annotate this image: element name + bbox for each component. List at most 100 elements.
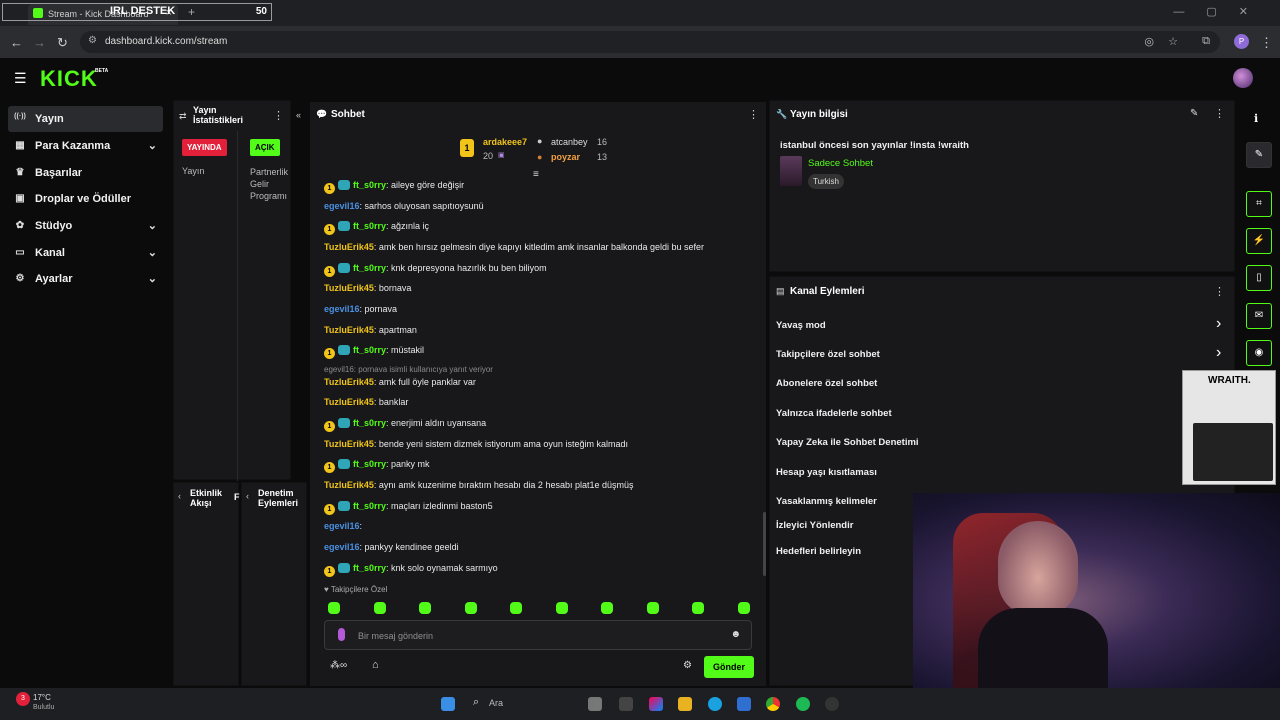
- emote-icon[interactable]: [646, 602, 659, 614]
- chat-tools-icon[interactable]: ⁂∞: [330, 660, 347, 671]
- search-icon[interactable]: ⌕: [473, 696, 479, 709]
- expand-leaderboard-icon[interactable]: ≡: [533, 169, 539, 180]
- channel-actions-menu-icon[interactable]: ⋮: [1214, 285, 1225, 298]
- sidebar-item-1[interactable]: ▦ Para Kazanma ⌄: [8, 133, 163, 159]
- channel-action-item[interactable]: Hesap yaşı kısıtlaması: [776, 467, 877, 478]
- category-link[interactable]: Sadece Sohbet: [808, 158, 873, 169]
- chevron-down-icon[interactable]: ⌄: [148, 272, 157, 285]
- chat-username[interactable]: TuzluErik45: [324, 242, 374, 252]
- sidebar-item-3[interactable]: ▣ Droplar ve Ödüller: [8, 186, 163, 212]
- stream-info-menu-icon[interactable]: ⋮: [1214, 107, 1225, 120]
- sidebar-item-0[interactable]: ((·)) Yayın: [8, 106, 163, 132]
- rail-edit-icon[interactable]: ✎: [1246, 142, 1272, 168]
- channel-action-item[interactable]: Takipçilere özel sohbet: [776, 349, 880, 360]
- forward-icon[interactable]: →: [33, 35, 46, 50]
- chat-menu-icon[interactable]: ⋮: [748, 108, 759, 121]
- emote-icon[interactable]: [692, 602, 704, 614]
- info-icon[interactable]: ℹ: [1254, 112, 1258, 125]
- eye-off-icon[interactable]: ◎: [1144, 35, 1154, 48]
- chat-username[interactable]: TuzluErik45: [324, 283, 374, 293]
- chat-username[interactable]: TuzluErik45: [324, 397, 374, 407]
- activity-collapse-icon[interactable]: ‹: [178, 491, 181, 501]
- window-controls[interactable]: —▢✕: [1173, 5, 1270, 18]
- stats-menu-icon[interactable]: ⋮: [273, 109, 284, 122]
- channel-action-item[interactable]: Hedefleri belirleyin: [776, 546, 861, 557]
- chat-input[interactable]: Bir mesaj gönderin ☻: [324, 620, 752, 650]
- start-icon[interactable]: [441, 697, 455, 711]
- extensions-icon[interactable]: ⧉: [1202, 35, 1210, 48]
- browser-profile-avatar[interactable]: P: [1234, 34, 1249, 49]
- emote-icon[interactable]: [601, 602, 613, 614]
- chat-username[interactable]: ft_s0rry: [353, 459, 386, 469]
- emoji-picker-icon[interactable]: ☻: [730, 629, 741, 640]
- chat-username[interactable]: TuzluErik45: [324, 439, 374, 449]
- channel-action-item[interactable]: Abonelere özel sohbet: [776, 378, 877, 389]
- chat-username[interactable]: ft_s0rry: [353, 180, 386, 190]
- category-thumbnail[interactable]: [780, 156, 802, 186]
- taskview-icon[interactable]: [588, 697, 602, 711]
- chat-username[interactable]: egevil16: [324, 201, 360, 211]
- terminal-icon[interactable]: [619, 697, 633, 711]
- sidebar-item-6[interactable]: ⚙ Ayarlar ⌄: [8, 266, 163, 292]
- chat-username[interactable]: egevil16: [324, 542, 360, 552]
- chevron-right-icon[interactable]: ›: [1216, 344, 1221, 362]
- sidebar-item-2[interactable]: ♛ Başarılar: [8, 160, 163, 186]
- channel-action-item[interactable]: İzleyici Yönlendir: [776, 520, 853, 531]
- copilot-icon[interactable]: [649, 697, 663, 711]
- star-icon[interactable]: ☆: [1168, 35, 1178, 48]
- browser-menu-icon[interactable]: ⋮: [1260, 35, 1273, 51]
- hamburger-menu-icon[interactable]: ☰: [14, 70, 27, 87]
- chat-username[interactable]: ft_s0rry: [353, 418, 386, 428]
- taskbar-search-label[interactable]: Ara: [489, 698, 503, 708]
- chrome-icon[interactable]: [766, 697, 780, 711]
- chat-username[interactable]: ft_s0rry: [353, 345, 386, 355]
- leader-2-name[interactable]: atcanbey: [551, 137, 588, 147]
- emote-icon[interactable]: [510, 602, 522, 614]
- site-info-icon[interactable]: ⚙: [88, 35, 97, 46]
- emote-icon[interactable]: [555, 602, 568, 614]
- chat-username[interactable]: egevil16: [324, 304, 360, 314]
- spotify-icon[interactable]: [796, 697, 810, 711]
- rail-bolt-icon[interactable]: ⚡: [1246, 228, 1272, 254]
- store-icon[interactable]: ⌂: [372, 659, 379, 671]
- sidebar-item-4[interactable]: ✿ Stüdyo ⌄: [8, 213, 163, 239]
- mic-icon[interactable]: [338, 628, 345, 641]
- chat-username[interactable]: ft_s0rry: [353, 263, 386, 273]
- chat-username[interactable]: TuzluErik45: [324, 377, 374, 387]
- chevron-right-icon[interactable]: ›: [1216, 315, 1221, 333]
- rail-focus-icon[interactable]: ⌗: [1246, 191, 1272, 217]
- moderation-collapse-icon[interactable]: ‹: [246, 491, 249, 501]
- chat-username[interactable]: egevil16: [324, 521, 360, 531]
- kick-logo[interactable]: KICK: [40, 66, 98, 92]
- edge-icon[interactable]: [708, 697, 722, 711]
- channel-action-item[interactable]: Yavaş mod: [776, 320, 826, 331]
- back-icon[interactable]: ←: [10, 35, 23, 50]
- rail-doc-icon[interactable]: ▯: [1246, 265, 1272, 291]
- emote-icon[interactable]: [373, 602, 386, 614]
- obs-icon[interactable]: [825, 697, 839, 711]
- emote-icon[interactable]: [464, 602, 477, 614]
- edit-icon[interactable]: ✎: [1190, 108, 1198, 119]
- explorer-icon[interactable]: [678, 697, 692, 711]
- chat-username[interactable]: ft_s0rry: [353, 501, 386, 511]
- chevron-down-icon[interactable]: ⌄: [148, 139, 157, 152]
- collapse-icon[interactable]: «: [296, 110, 301, 120]
- chevron-down-icon[interactable]: ⌄: [148, 219, 157, 232]
- sidebar-item-5[interactable]: ▭ Kanal ⌄: [8, 240, 163, 266]
- rail-broadcast-icon[interactable]: ◉: [1246, 340, 1272, 366]
- channel-action-item[interactable]: Yasaklanmış kelimeler: [776, 496, 877, 507]
- channel-action-item[interactable]: Yalnızca ifadelerle sohbet: [776, 408, 892, 419]
- send-button[interactable]: Gönder: [704, 656, 754, 678]
- user-avatar[interactable]: [1233, 68, 1253, 88]
- emote-icon[interactable]: [419, 602, 431, 614]
- store-app-icon[interactable]: [737, 697, 751, 711]
- chat-username[interactable]: ft_s0rry: [353, 563, 386, 573]
- leader-3-name[interactable]: poyzar: [551, 152, 580, 162]
- chat-username[interactable]: ft_s0rry: [353, 221, 386, 231]
- chat-scrollbar[interactable]: [763, 512, 766, 576]
- weather-temp[interactable]: 17°C: [33, 693, 51, 702]
- new-tab-icon[interactable]: +: [188, 5, 195, 19]
- chat-username[interactable]: TuzluErik45: [324, 325, 374, 335]
- channel-action-item[interactable]: Yapay Zeka ile Sohbet Denetimi: [776, 437, 919, 448]
- leader-1-name[interactable]: ardakeee7: [483, 137, 527, 147]
